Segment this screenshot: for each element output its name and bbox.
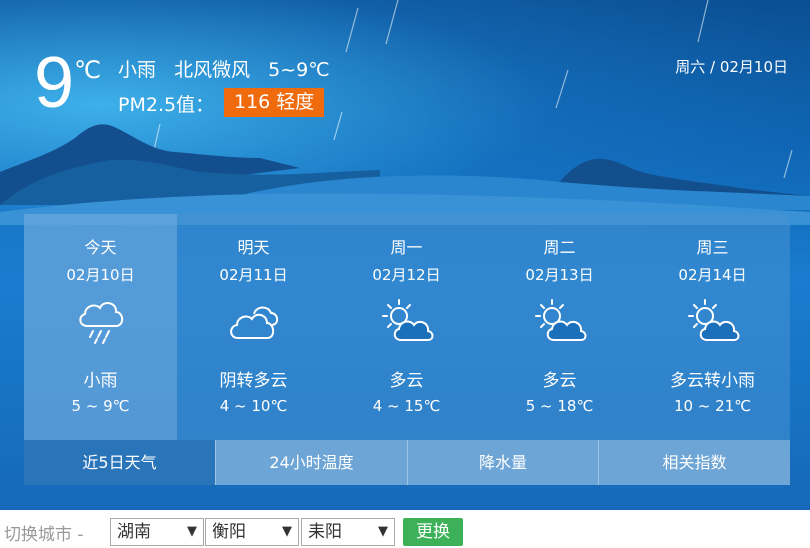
chevron-down-icon: ▼	[378, 524, 388, 539]
day-date: 02月13日	[525, 266, 594, 284]
day-condition: 阴转多云	[219, 371, 288, 391]
tab-related-indices[interactable]: 相关指数	[598, 440, 790, 485]
forecast-day[interactable]: 周二 02月13日 多云 5 ~ 18℃	[483, 214, 636, 440]
change-city-button[interactable]: 更换	[403, 518, 463, 546]
tab-24h-temperature[interactable]: 24小时温度	[215, 440, 407, 485]
forecast-tabs: 近5日天气 24小时温度 降水量 相关指数	[24, 440, 790, 485]
day-condition: 多云转小雨	[670, 371, 755, 391]
rain-streak	[345, 7, 359, 53]
city-value: 衡阳	[212, 522, 246, 542]
day-temperature-range: 4 ~ 10℃	[219, 397, 288, 415]
current-date: 周六 / 02月10日	[675, 58, 788, 76]
forecast-day[interactable]: 周一 02月12日 多云 4 ~ 15℃	[330, 214, 483, 440]
day-condition: 小雨	[83, 371, 118, 391]
day-temperature-range: 5 ~ 9℃	[71, 397, 130, 415]
day-date: 02月10日	[66, 266, 135, 284]
forecast-day[interactable]: 明天 02月11日 阴转多云 4 ~ 10℃	[177, 214, 330, 440]
current-conditions: 小雨 北风微风 5~9℃	[118, 55, 342, 82]
city-select[interactable]: 衡阳 ▼	[205, 518, 299, 546]
day-condition: 多云	[542, 371, 577, 391]
county-select[interactable]: 耒阳 ▼	[301, 518, 395, 546]
pm25-label: PM2.5值：	[118, 94, 215, 116]
day-name: 周二	[543, 238, 576, 257]
rain-cloud-icon	[78, 302, 123, 344]
rain-streak	[153, 123, 161, 151]
chevron-down-icon: ▼	[282, 524, 292, 539]
rain-streak	[385, 0, 399, 45]
rain-streak	[697, 0, 709, 43]
forecast-day[interactable]: 今天 02月10日 小雨 5 ~ 9℃	[24, 214, 177, 440]
day-temperature-range: 4 ~ 15℃	[372, 397, 441, 415]
rain-streak	[555, 69, 569, 109]
day-condition: 多云	[389, 371, 424, 391]
chevron-down-icon: ▼	[187, 524, 197, 539]
partly-cloudy-icon	[381, 299, 433, 341]
day-name: 明天	[237, 238, 270, 257]
rain-streak	[783, 149, 793, 179]
forecast-panel: 今天 02月10日 小雨 5 ~ 9℃ 明天 02月11日 阴转多云 4 ~ 1…	[24, 214, 790, 485]
province-select[interactable]: 湖南 ▼	[110, 518, 204, 546]
current-temperature: 9	[34, 43, 75, 123]
city-switcher: 切换城市 - 湖南 ▼ 衡阳 ▼ 耒阳 ▼ 更换	[0, 516, 810, 548]
tab-5day-weather[interactable]: 近5日天气	[24, 440, 215, 485]
partly-cloudy-icon	[687, 299, 739, 341]
partly-cloudy-icon	[534, 299, 586, 341]
temperature-unit: ℃	[74, 56, 101, 84]
tab-precipitation[interactable]: 降水量	[407, 440, 598, 485]
pm25-badge: 116 轻度	[224, 88, 325, 117]
forecast-day[interactable]: 周三 02月14日 多云转小雨 10 ~ 21℃	[636, 214, 789, 440]
current-weather: 小雨	[118, 59, 157, 81]
current-wind: 北风微风	[174, 59, 251, 81]
day-date: 02月11日	[219, 266, 288, 284]
current-range: 5~9℃	[268, 59, 330, 81]
day-temperature-range: 10 ~ 21℃	[673, 397, 752, 415]
day-temperature-range: 5 ~ 18℃	[525, 397, 594, 415]
day-name: 周一	[390, 238, 423, 257]
rain-streak	[333, 111, 343, 141]
overcast-cloud-icon	[229, 306, 278, 339]
day-date: 02月12日	[372, 266, 441, 284]
county-value: 耒阳	[308, 522, 342, 542]
day-name: 周三	[696, 238, 729, 257]
weather-widget: 9 ℃ 小雨 北风微风 5~9℃ PM2.5值： 116 轻度 周六 / 02月…	[0, 0, 810, 510]
day-name: 今天	[84, 238, 117, 257]
switch-city-label: 切换城市 -	[4, 525, 84, 545]
day-date: 02月14日	[678, 266, 747, 284]
province-value: 湖南	[117, 522, 151, 542]
